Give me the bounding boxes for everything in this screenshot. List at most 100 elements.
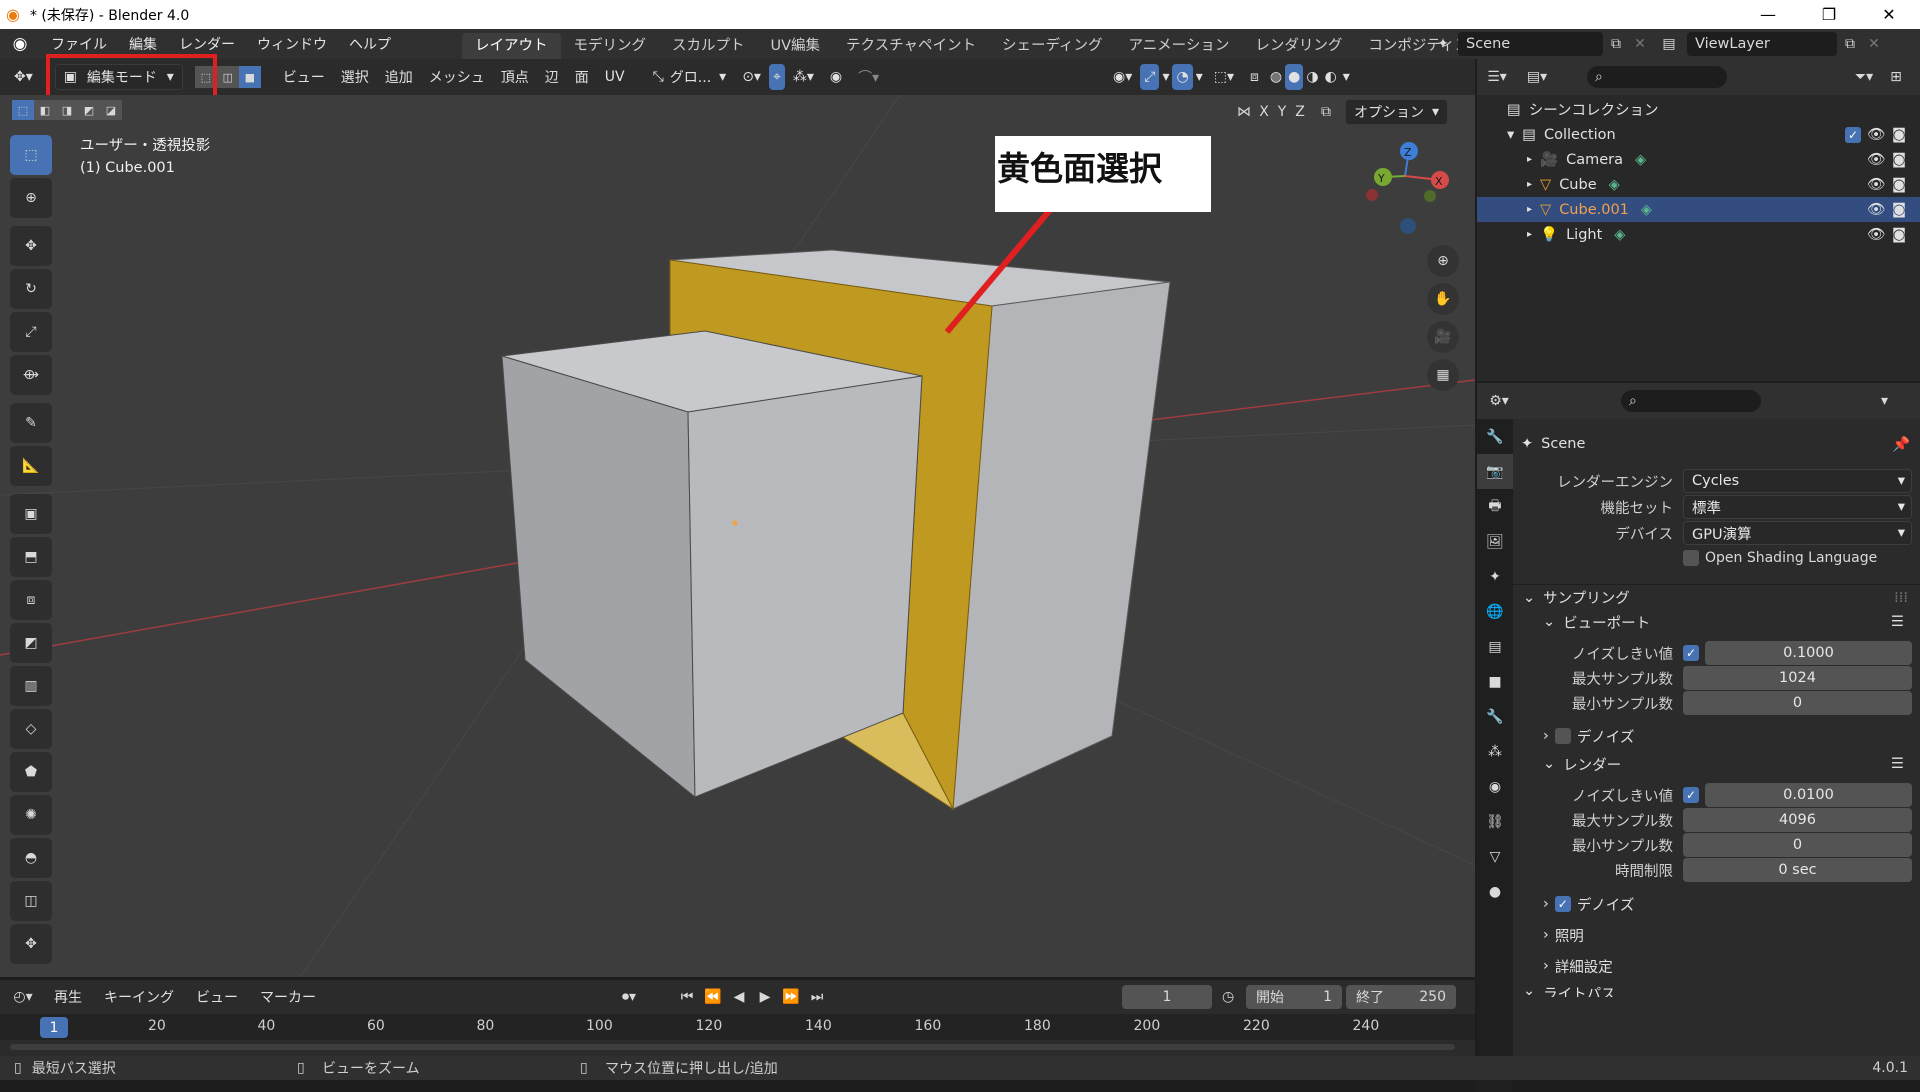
workspace-tab[interactable]: アニメーション	[1115, 33, 1242, 59]
mirror-icon[interactable]: ⋈	[1233, 104, 1255, 120]
constraints-tab-icon[interactable]: ⛓	[1477, 804, 1513, 839]
device-dropdown[interactable]: GPU演算 ▾	[1683, 521, 1912, 545]
viewport-noise-threshold-field[interactable]: 0.1000	[1705, 641, 1912, 665]
measure-tool-icon[interactable]: 📐	[10, 446, 52, 486]
disclosure-closed-icon[interactable]: ▸	[1527, 229, 1532, 240]
scale-tool-icon[interactable]: ⤢	[10, 312, 52, 352]
render-denoise-section[interactable]: › ✓ デノイズ	[1513, 891, 1920, 917]
render-sampling-section[interactable]: ⌄ レンダー ☰	[1513, 751, 1920, 777]
osl-checkbox[interactable]	[1683, 550, 1699, 566]
viewlayer-selector[interactable]: ViewLayer	[1687, 32, 1837, 56]
viewport-max-samples-field[interactable]: 1024	[1683, 666, 1912, 690]
noise-threshold-checkbox[interactable]: ✓	[1683, 645, 1699, 661]
perspective-grid-icon[interactable]: ▦	[1427, 359, 1459, 391]
collection-tab-icon[interactable]: ▤	[1477, 629, 1513, 664]
xray-icon[interactable]: ⧈	[1242, 64, 1267, 90]
preset-list-icon[interactable]: ☰	[1891, 756, 1904, 772]
next-keyframe-icon[interactable]: ⏩	[778, 989, 804, 1005]
snap-toggle-icon[interactable]: ⌖	[768, 64, 785, 90]
viewlayer-icon[interactable]: ▤	[1651, 36, 1687, 52]
overlay-toggle-icon[interactable]: ◔	[1172, 64, 1193, 90]
start-frame-field[interactable]: 開始 1	[1246, 985, 1342, 1009]
bevel-tool-icon[interactable]: ◩	[10, 623, 52, 663]
eye-icon[interactable]: 👁	[1867, 226, 1885, 243]
data-tab-icon[interactable]: ▽	[1477, 839, 1513, 874]
new-scene-icon[interactable]: ⧉	[1603, 36, 1629, 52]
view-layer-tab-icon[interactable]: 🖼	[1477, 524, 1513, 559]
scene-tab-icon[interactable]: ✦	[1477, 559, 1513, 594]
move-tool-icon[interactable]: ✥	[10, 226, 52, 266]
transform-tool-icon[interactable]: ⟴	[10, 355, 52, 395]
select-extend-icon[interactable]: ◧	[34, 100, 56, 120]
properties-editor-icon[interactable]: ⚙▾	[1477, 393, 1521, 409]
feature-set-dropdown[interactable]: 標準 ▾	[1683, 495, 1912, 519]
outliner-item[interactable]: ▸ 🎥 Camera ◈ 👁 ◙	[1477, 147, 1920, 172]
menu-item[interactable]: ウィンドウ	[246, 34, 338, 54]
time-limit-field[interactable]: 0 sec	[1683, 858, 1912, 882]
minimize-button[interactable]: —	[1745, 0, 1791, 29]
preset-list-icon[interactable]: ☰	[1891, 614, 1904, 630]
timeline-scrollbar[interactable]	[10, 1044, 1455, 1050]
scene-icon[interactable]: ✦	[1428, 36, 1458, 52]
scene-collection-row[interactable]: ▤ シーンコレクション	[1477, 97, 1920, 122]
falloff-icon[interactable]: ⌒▾	[850, 64, 887, 90]
display-mode-icon[interactable]: ▤▾	[1517, 69, 1557, 85]
record-icon[interactable]: ⏺▾	[622, 989, 636, 1005]
navigation-gizmo[interactable]: Z X Y	[1366, 142, 1449, 234]
tool-tab-icon[interactable]: 🔧	[1477, 419, 1513, 454]
pin-icon[interactable]: 📌	[1892, 436, 1910, 453]
end-frame-field[interactable]: 終了 250	[1346, 985, 1456, 1009]
outliner-item[interactable]: ▸ 💡 Light ◈ 👁 ◙	[1477, 222, 1920, 247]
new-viewlayer-icon[interactable]: ⧉	[1837, 36, 1863, 52]
material-tab-icon[interactable]: ●	[1477, 874, 1513, 909]
outliner-item[interactable]: ▸ ▽ Cube ◈ 👁 ◙	[1477, 172, 1920, 197]
properties-search-input[interactable]: ⌕	[1621, 390, 1761, 412]
menu-item[interactable]: レンダー	[168, 34, 246, 54]
remove-scene-icon[interactable]: ✕	[1629, 36, 1651, 52]
viewport-menu-item[interactable]: メッシュ	[421, 64, 493, 90]
disclosure-closed-icon[interactable]: ▸	[1527, 154, 1532, 165]
viewport-menu-item[interactable]: 選択	[333, 64, 377, 90]
eye-icon[interactable]: 👁	[1867, 176, 1885, 193]
smooth-tool-icon[interactable]: ◓	[10, 838, 52, 878]
disclosure-closed-icon[interactable]: ▸	[1527, 179, 1532, 190]
render-engine-dropdown[interactable]: Cycles ▾	[1683, 469, 1912, 493]
collection-row[interactable]: ▾ ▤ Collection ✓ 👁 ◙	[1477, 122, 1920, 147]
eye-icon[interactable]: 👁	[1867, 201, 1885, 218]
zoom-icon[interactable]: ⊕	[1427, 245, 1459, 277]
camera-render-icon[interactable]: ◙	[1892, 202, 1906, 218]
jump-start-icon[interactable]: ⏮	[674, 989, 700, 1005]
timeline-ruler[interactable]: 1 20 40 60 80 100 120 140 160 180 200 220 240	[0, 1014, 1475, 1040]
render-noise-threshold-field[interactable]: 0.0100	[1705, 783, 1912, 807]
poly-build-tool-icon[interactable]: ⬟	[10, 752, 52, 792]
gizmo-toggle-icon[interactable]: ⤢	[1140, 64, 1160, 90]
workspace-tab[interactable]: モデリング	[561, 33, 660, 59]
world-tab-icon[interactable]: 🌐	[1477, 594, 1513, 629]
disclosure-closed-icon[interactable]: ▸	[1527, 204, 1532, 215]
menu-item[interactable]: 編集	[118, 34, 168, 54]
modifier-tab-icon[interactable]: 🔧	[1477, 699, 1513, 734]
select-box-tool-icon[interactable]: ⬚	[10, 135, 52, 175]
blender-menu-icon[interactable]: ◉	[0, 34, 40, 54]
chevron-down-icon[interactable]: ▾	[1881, 393, 1888, 409]
workspace-tab[interactable]: レンダリング	[1242, 33, 1355, 59]
camera-render-icon[interactable]: ◙	[1892, 227, 1906, 243]
outliner-search-input[interactable]: ⌕	[1587, 66, 1727, 88]
inset-tool-icon[interactable]: ⧈	[10, 580, 52, 620]
sampling-section[interactable]: ⌄ サンプリング ⁞⁞⁞	[1513, 584, 1920, 610]
menu-item[interactable]: ファイル	[40, 34, 118, 54]
camera-view-icon[interactable]: 🎥	[1427, 321, 1459, 353]
edge-slide-tool-icon[interactable]: ◫	[10, 881, 52, 921]
remove-viewlayer-icon[interactable]: ✕	[1863, 36, 1885, 52]
viewport-menu-item[interactable]: 面	[567, 64, 597, 90]
extrude-tool-icon[interactable]: ⬒	[10, 537, 52, 577]
rendered-shading-icon[interactable]: ◐	[1322, 64, 1340, 90]
auto-merge-icon[interactable]: ⧉	[1313, 104, 1339, 120]
viewport-denoise-checkbox[interactable]	[1554, 728, 1571, 744]
filter-icon[interactable]: ⏷▾	[1847, 69, 1881, 85]
loop-cut-tool-icon[interactable]: ▥	[10, 666, 52, 706]
timeline-menu-item[interactable]: 再生	[46, 984, 90, 1010]
editor-type-icon[interactable]: ✥▾	[6, 64, 41, 90]
timeline-menu-item[interactable]: マーカー	[252, 984, 324, 1010]
play-reverse-icon[interactable]: ◀	[726, 989, 752, 1005]
